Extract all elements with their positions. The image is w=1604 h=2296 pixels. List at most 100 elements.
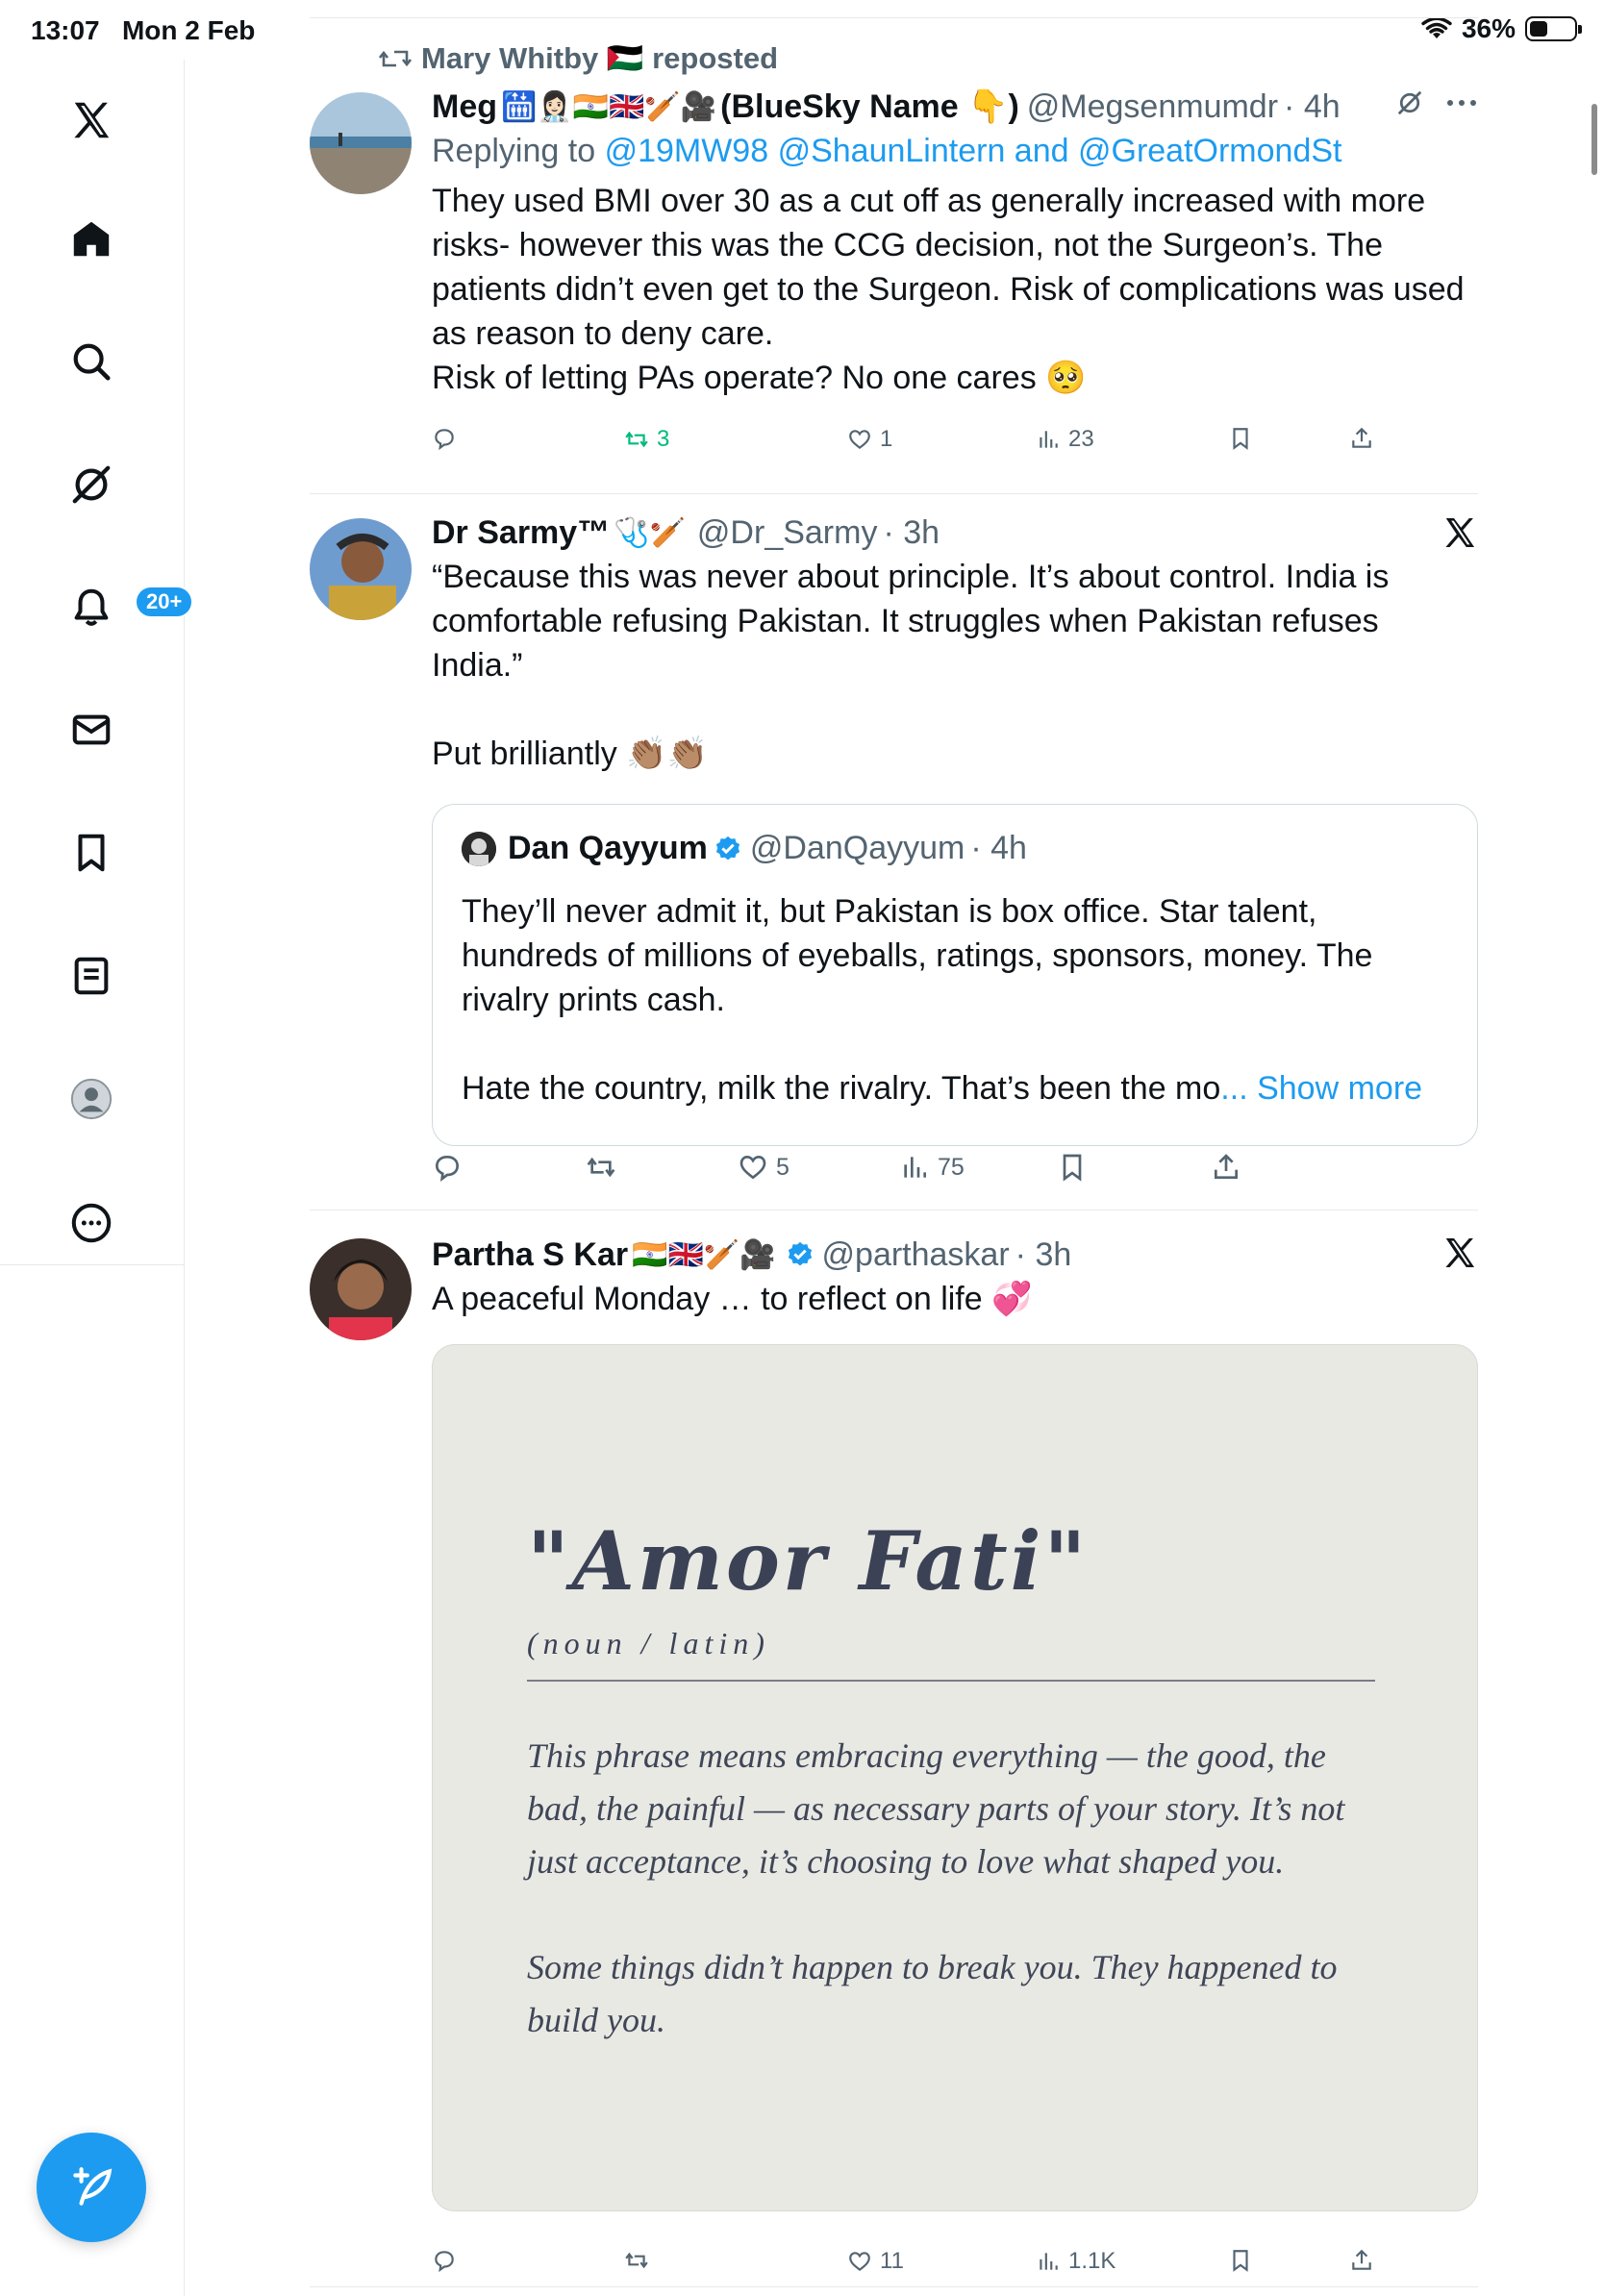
share-button[interactable] (1211, 1152, 1241, 1183)
bookmarks-icon[interactable] (50, 811, 133, 894)
reply-button[interactable] (432, 2248, 457, 2273)
view-count: 23 (1068, 426, 1094, 452)
bookmark-icon (1063, 1154, 1082, 1182)
share-icon (1352, 427, 1371, 448)
repost-icon (587, 1157, 615, 1178)
bookmark-button[interactable] (1057, 1152, 1088, 1183)
view-count: 1.1K (1068, 2248, 1116, 2274)
image-body: This phrase means embracing everything —… (527, 1736, 1345, 2039)
tweet-text: “Because this was never about principle.… (432, 559, 1390, 772)
repost-button[interactable] (586, 1152, 616, 1183)
more-dots-icon[interactable] (1445, 98, 1478, 108)
views-button[interactable]: 1.1K (1036, 2248, 1115, 2275)
share-icon (1215, 1154, 1238, 1179)
grok-icon[interactable] (1395, 88, 1424, 117)
repost-count: 3 (657, 426, 670, 452)
show-more-link[interactable]: Show more (1257, 1070, 1422, 1107)
rail-divider (0, 1264, 185, 1265)
tweet-header: Partha S Kar 🇮🇳🇬🇧🏏🎥 @parthaskar · 3h (432, 1233, 1478, 1277)
author-handle[interactable]: @parthaskar (822, 1236, 1010, 1274)
author-handle[interactable]: @Megsenmumdr (1027, 88, 1278, 126)
x-logo-icon[interactable] (1441, 514, 1478, 561)
author-handle[interactable]: @Dr_Sarmy (697, 514, 878, 552)
bookmark-icon (1233, 2250, 1248, 2272)
image-rule (527, 1680, 1375, 1682)
avatar[interactable] (310, 92, 412, 194)
like-button[interactable]: 1 (847, 426, 892, 453)
repost-button[interactable]: 3 (624, 426, 669, 453)
reply-targets[interactable]: @19MW98 @ShaunLintern and @GreatOrmondSt (605, 133, 1342, 169)
notifications-icon[interactable]: 20+ (50, 566, 194, 649)
top-divider (310, 17, 1478, 18)
name-emojis: 🇮🇳🇬🇧🏏🎥 (632, 1238, 776, 1271)
heart-icon (849, 430, 870, 450)
status-bar: 13:07 Mon 2 Feb 36% (0, 0, 1604, 60)
image-title: "Amor Fati" (527, 1513, 1090, 1609)
x-logo-icon[interactable] (50, 79, 133, 162)
grok-icon[interactable] (50, 443, 133, 526)
quote-avatar (462, 831, 496, 866)
like-button[interactable]: 11 (847, 2248, 904, 2275)
view-count: 75 (938, 1153, 965, 1181)
name-emojis: 🩺🏏 (614, 516, 686, 549)
bookmark-button[interactable] (1228, 2248, 1253, 2273)
reply-button[interactable] (432, 1152, 463, 1183)
repost-button[interactable] (624, 2248, 649, 2273)
share-button[interactable] (1349, 2248, 1374, 2273)
replying-to: Replying to @19MW98 @ShaunLintern and @G… (432, 129, 1478, 173)
reply-icon (435, 1155, 460, 1182)
quote-time: · 4h (970, 830, 1027, 866)
status-time: 13:07 Mon 2 Feb (31, 15, 256, 45)
search-icon[interactable] (50, 320, 133, 403)
reply-prefix: Replying to (432, 133, 596, 169)
tweet-time[interactable]: · 3h (883, 514, 940, 552)
author-name[interactable]: Meg (432, 88, 497, 126)
x-logo-icon[interactable] (1441, 1235, 1478, 1281)
like-count: 5 (776, 1153, 789, 1181)
like-count: 11 (880, 2248, 904, 2274)
lists-icon[interactable] (50, 935, 133, 1017)
notifications-badge: 20+ (135, 586, 194, 618)
like-button[interactable]: 5 (738, 1152, 789, 1183)
bookmark-button[interactable] (1228, 426, 1253, 451)
tweet-text: A peaceful Monday … to reflect on life 💞 (432, 1281, 1033, 1317)
tweet-content: Partha S Kar 🇮🇳🇬🇧🏏🎥 @parthaskar · 3h A p… (432, 1233, 1478, 1321)
author-name-suffix: (BlueSky Name 👇) (720, 88, 1019, 125)
name-emojis: 🛗👩🏻‍⚕️🇮🇳🇬🇧🏏🎥 (501, 90, 717, 123)
views-button[interactable]: 23 (1036, 426, 1094, 453)
heart-icon (849, 2252, 870, 2272)
share-button[interactable] (1349, 426, 1374, 451)
home-icon[interactable] (50, 198, 133, 281)
tweet-content: Dr Sarmy™ 🩺🏏 @Dr_Sarmy · 3h “Because thi… (432, 511, 1478, 776)
compose-button[interactable] (37, 2133, 146, 2242)
tweet-time[interactable]: · 3h (1015, 1236, 1072, 1274)
avatar[interactable] (310, 1238, 412, 1340)
author-name[interactable]: Dr Sarmy™ (432, 514, 610, 552)
side-nav: 20+ (0, 60, 194, 2296)
tweet-header: Meg 🛗👩🏻‍⚕️🇮🇳🇬🇧🏏🎥 (BlueSky Name 👇) @Megse… (432, 85, 1478, 129)
tweet-time[interactable]: · 4h (1284, 88, 1341, 126)
reply-icon (435, 429, 454, 451)
avatar[interactable] (310, 518, 412, 620)
views-button[interactable]: 75 (899, 1152, 965, 1183)
scrollbar[interactable] (1591, 104, 1597, 175)
image-subtitle: (noun / latin) (527, 1626, 770, 1660)
author-name[interactable]: Partha S Kar (432, 1236, 628, 1274)
quote-author-handle[interactable]: @DanQayyum (750, 830, 965, 867)
tweet-image[interactable]: "Amor Fati" (noun / latin) This phrase m… (432, 1344, 1478, 2211)
quote-author-name[interactable]: Dan Qayyum (508, 830, 708, 867)
more-options-icon[interactable] (50, 1182, 133, 1264)
reply-icon (435, 2251, 454, 2273)
verified-badge-icon (788, 1241, 812, 1266)
tweet-divider (310, 2286, 1478, 2287)
tweet-content: Meg 🛗👩🏻‍⚕️🇮🇳🇬🇧🏏🎥 (BlueSky Name 👇) @Megse… (432, 85, 1478, 400)
messages-icon[interactable] (50, 688, 133, 771)
quote-ellipsis: ... (1220, 1070, 1258, 1107)
quote-header: Dan Qayyum @DanQayyum · 4h (462, 830, 1027, 867)
reply-button[interactable] (432, 426, 457, 451)
quoted-tweet[interactable]: Dan Qayyum @DanQayyum · 4h They’ll never… (432, 804, 1478, 1146)
tweet-divider (310, 493, 1478, 494)
views-icon (1040, 431, 1058, 448)
tweet-text: They used BMI over 30 as a cut off as ge… (432, 183, 1465, 396)
profile-avatar-icon[interactable] (50, 1058, 133, 1140)
